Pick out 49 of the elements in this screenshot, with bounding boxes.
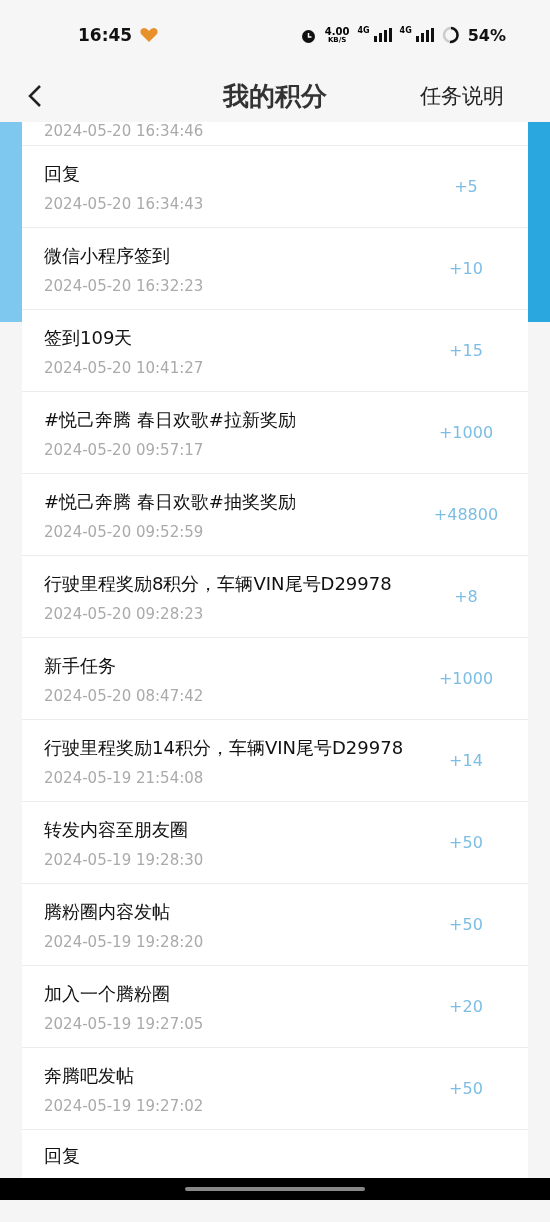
record-date: 2024-05-20 16:34:46 [44, 122, 205, 140]
record-date: 2024-05-19 19:28:30 [44, 851, 205, 869]
points-value: +8 [453, 587, 479, 606]
record-date: 2024-05-20 09:52:59 [44, 523, 205, 541]
clock: 16:45 [78, 25, 133, 45]
points-value: +50 [448, 1079, 484, 1098]
record-date: 2024-05-19 19:28:20 [44, 933, 205, 951]
record-title: 微信小程序签到 [44, 244, 171, 268]
record-date: 2024-05-20 09:28:23 [44, 605, 205, 623]
record-title: 回复 [44, 1144, 81, 1168]
record-title: #悦己奔腾 春日欢歌#抽奖奖励 [44, 490, 297, 514]
record-title: 回复 [44, 162, 81, 186]
record-title: 腾粉圈内容发帖 [44, 900, 171, 924]
record-title: 行驶里程奖励8积分，车辆VIN尾号D29978 [44, 572, 393, 596]
points-value: +50 [448, 833, 484, 852]
points-value: +15 [448, 341, 484, 360]
record-date: 2024-05-19 21:54:08 [44, 769, 205, 787]
signal-icon [373, 28, 392, 42]
battery-level: 54% [467, 25, 506, 45]
heart-icon [140, 27, 159, 43]
points-value: +48800 [432, 505, 500, 524]
record-title: #悦己奔腾 春日欢歌#拉新奖励 [44, 408, 297, 432]
record-date: 2024-05-20 09:57:17 [44, 441, 205, 459]
record-title: 奔腾吧发帖 [44, 1064, 135, 1088]
points-value: +50 [448, 915, 484, 934]
page-title: 我的积分 [223, 79, 327, 113]
record-date: 2024-05-20 10:41:27 [44, 359, 205, 377]
network-label: 4G [357, 26, 370, 35]
points-value: +14 [448, 751, 484, 770]
record-title: 行驶里程奖励14积分，车辆VIN尾号D29978 [44, 736, 405, 760]
record-date: 2024-05-20 08:47:42 [44, 687, 205, 705]
points-value: +5 [453, 177, 479, 196]
record-title: 签到109天 [44, 326, 134, 350]
record-date: 2024-05-20 16:34:43 [44, 195, 205, 213]
points-value: +10 [448, 259, 484, 278]
record-title: 转发内容至朋友圈 [44, 818, 189, 842]
signal-icon [415, 28, 434, 42]
record-date: 2024-05-19 19:27:02 [44, 1097, 205, 1115]
record-date: 2024-05-20 16:32:23 [44, 277, 205, 295]
record-title: 加入一个腾粉圈 [44, 982, 171, 1006]
network-label: 4G [399, 26, 412, 35]
task-info-link[interactable]: 任务说明 [420, 82, 504, 110]
points-value: +20 [448, 997, 484, 1016]
record-title: 新手任务 [44, 654, 117, 678]
points-value: +1000 [437, 669, 495, 688]
back-icon[interactable] [28, 84, 42, 108]
record-date: 2024-05-19 19:27:05 [44, 1015, 205, 1033]
points-value: +1000 [437, 423, 495, 442]
battery-icon [441, 26, 460, 44]
